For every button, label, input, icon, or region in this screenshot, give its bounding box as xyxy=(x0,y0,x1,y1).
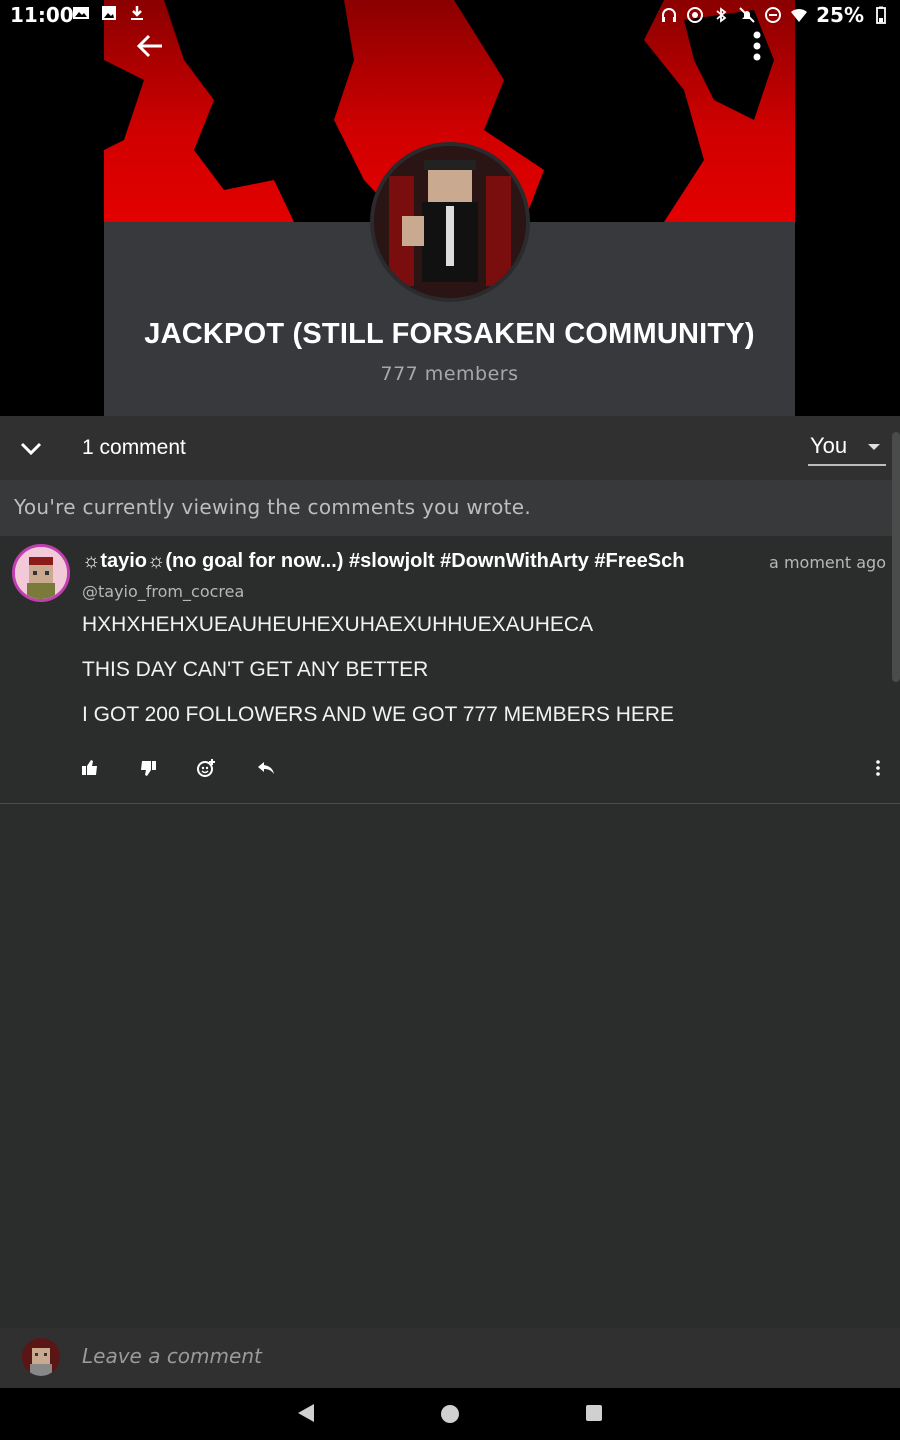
bluetooth-icon xyxy=(716,7,727,23)
dropdown-caret-icon xyxy=(868,444,880,450)
comment-options-icon[interactable] xyxy=(868,758,888,778)
status-bar: 11:00 25% xyxy=(0,0,900,30)
status-right-icons: 25% xyxy=(660,3,890,27)
community-member-count: 777 members xyxy=(380,363,519,385)
comment-timestamp: a moment ago xyxy=(769,553,886,572)
do-not-disturb-icon xyxy=(765,7,782,23)
community-title: JACKPOT (STILL FORSAKEN COMMUNITY) xyxy=(144,318,755,350)
community-avatar xyxy=(370,142,530,302)
status-left-icons xyxy=(72,4,146,22)
thumbs-up-icon[interactable] xyxy=(80,758,100,778)
scrollbar[interactable] xyxy=(892,432,900,682)
notifications-off-icon xyxy=(739,7,755,23)
viewing-note-text: You're currently viewing the comments yo… xyxy=(14,495,532,519)
comment-text-line: THIS DAY CAN'T GET ANY BETTER xyxy=(82,658,429,681)
comment-text-line: HXHXHEHXUEAUHEUHEXUHAEXUHHUEXAUHECA xyxy=(82,613,594,636)
nav-home-icon[interactable] xyxy=(441,1405,459,1423)
avatar[interactable] xyxy=(12,544,70,602)
back-arrow-icon[interactable] xyxy=(132,28,168,64)
comment-handle[interactable]: @tayio_from_cocrea xyxy=(82,582,244,601)
comment-divider xyxy=(0,803,900,804)
battery-icon xyxy=(876,6,886,24)
comment-count: 1 comment xyxy=(82,436,186,459)
nav-recents-icon[interactable] xyxy=(586,1405,602,1421)
nav-back-icon[interactable] xyxy=(296,1402,316,1424)
overflow-menu-icon[interactable] xyxy=(748,28,766,64)
filter-selected-value: You xyxy=(810,433,848,458)
comments-list xyxy=(0,536,900,1328)
photo-icon xyxy=(73,7,89,19)
download-icon xyxy=(131,6,143,20)
sync-icon xyxy=(687,7,704,23)
thumbs-down-icon[interactable] xyxy=(138,758,158,778)
headphones-icon xyxy=(662,8,677,22)
current-user-avatar xyxy=(22,1338,60,1376)
comments-header: 1 comment You xyxy=(0,416,900,480)
status-time: 11:00 xyxy=(10,3,74,27)
add-reaction-icon[interactable] xyxy=(196,758,216,778)
comment-input-bar[interactable]: Leave a comment xyxy=(0,1328,900,1388)
battery-percentage: 25% xyxy=(816,3,864,27)
comment-input-placeholder[interactable]: Leave a comment xyxy=(82,1344,262,1368)
chevron-down-icon[interactable] xyxy=(18,436,44,460)
viewing-note: You're currently viewing the comments yo… xyxy=(0,480,892,536)
comment-filter-dropdown[interactable]: You xyxy=(808,430,886,466)
reply-icon[interactable] xyxy=(256,758,276,778)
comment-author[interactable]: ☼tayio☼(no goal for now...) #slowjolt #D… xyxy=(82,550,754,573)
wifi-icon xyxy=(791,8,808,22)
system-nav-bar xyxy=(0,1388,900,1440)
comment-text-line: I GOT 200 FOLLOWERS AND WE GOT 777 MEMBE… xyxy=(82,703,675,726)
image-icon xyxy=(102,6,116,20)
